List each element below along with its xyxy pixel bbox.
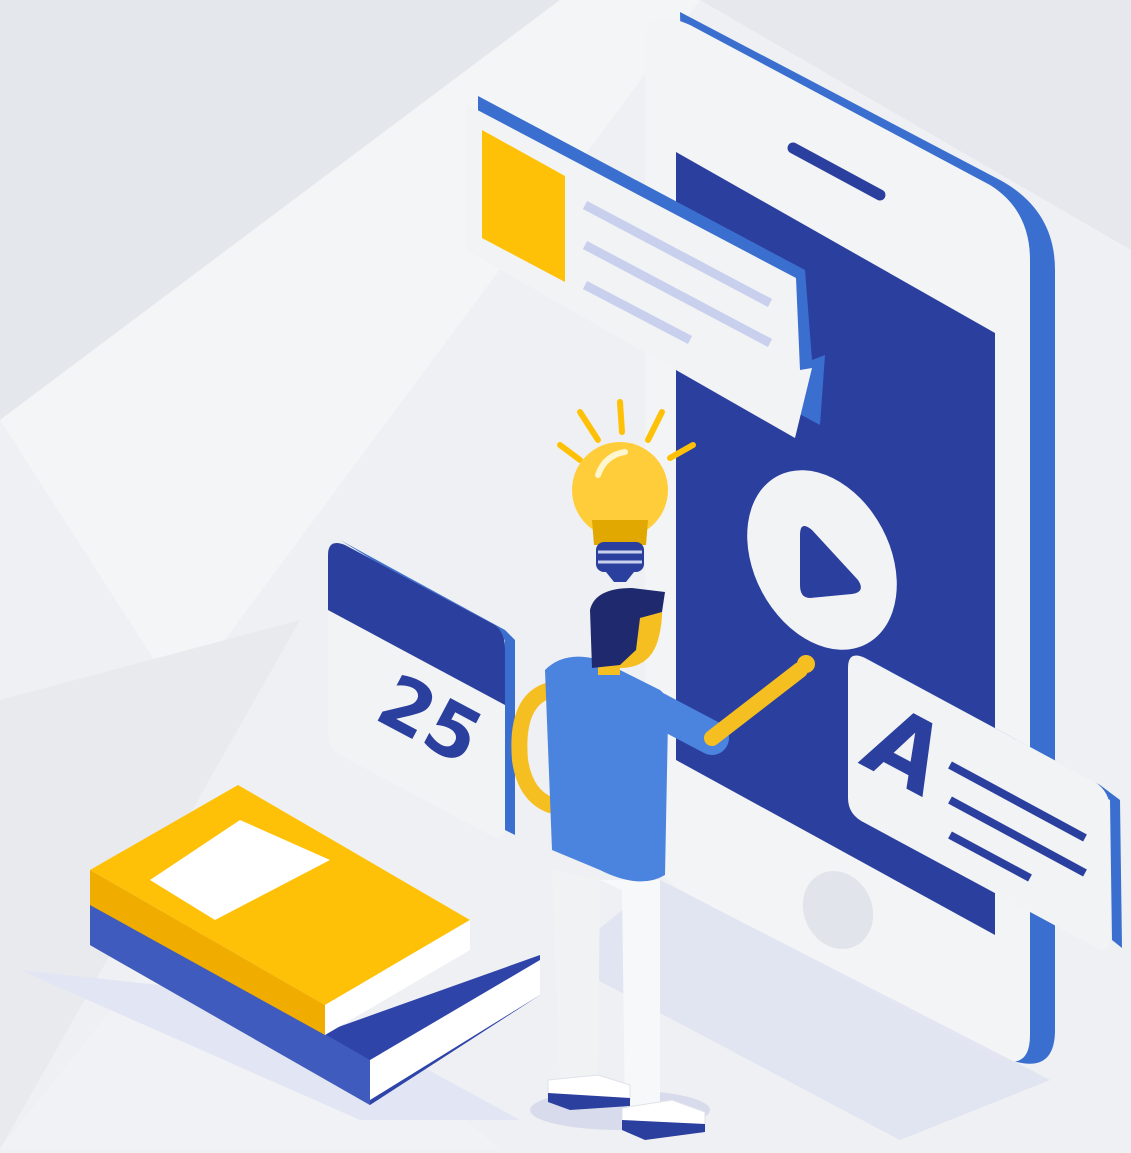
isometric-mobile-learning-scene: 25 A [0, 0, 1131, 1149]
illustration: 25 A [0, 0, 1131, 1149]
